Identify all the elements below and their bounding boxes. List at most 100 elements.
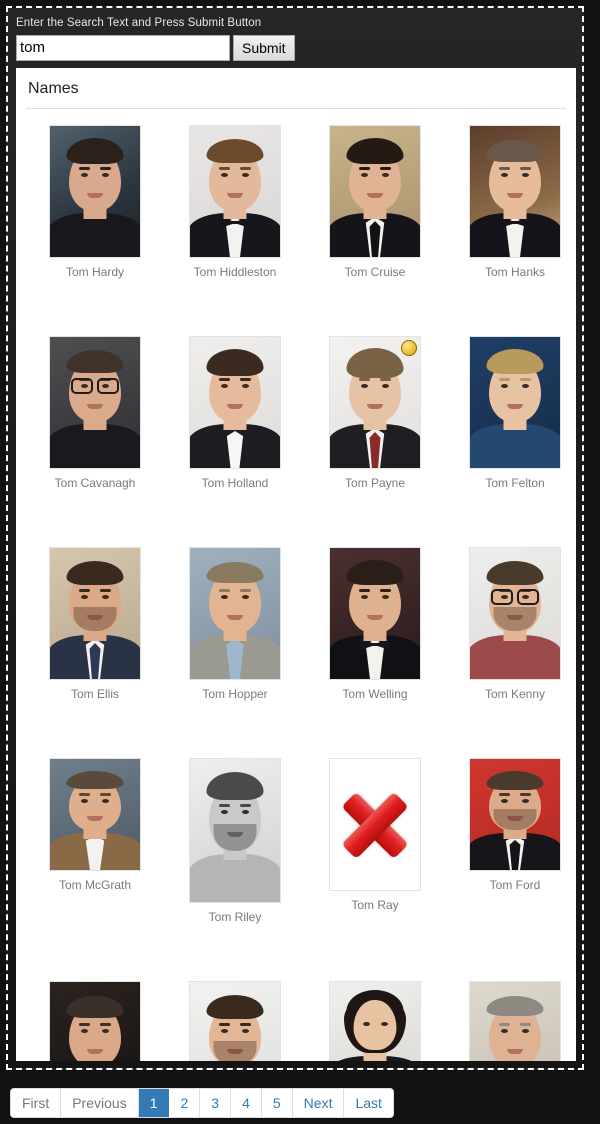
portrait-art	[470, 337, 560, 468]
person-thumbnail[interactable]	[49, 981, 141, 1061]
results-row: Tom SizemoreTom PelphreyLauren TomTom Wi…	[16, 981, 576, 1061]
result-item[interactable]: Lauren Tom	[314, 981, 436, 1061]
results-grid: Tom Hardy Tom Hiddleston Tom Cruise Tom Han…	[16, 109, 576, 1061]
person-thumbnail[interactable]	[469, 336, 561, 469]
result-item[interactable]: Tom Pelphrey	[174, 981, 296, 1061]
person-thumbnail[interactable]	[329, 981, 421, 1061]
person-name-label: Tom Hiddleston	[193, 265, 277, 279]
person-thumbnail[interactable]	[469, 125, 561, 258]
pagination-page-3[interactable]: 3	[200, 1089, 232, 1117]
person-thumbnail[interactable]	[189, 758, 281, 903]
results-panel: Names Tom Hardy Tom Hiddleston Tom Cruise T…	[16, 68, 576, 1061]
result-item[interactable]: Tom Cruise	[314, 125, 436, 279]
results-row: Tom McGrath Tom Riley Tom Ray Tom Ford	[16, 758, 576, 924]
portrait-art	[330, 548, 420, 679]
search-input[interactable]	[16, 35, 230, 61]
person-name-label: Tom Ellis	[70, 687, 119, 701]
portrait-art	[50, 126, 140, 257]
portrait-art	[50, 759, 140, 870]
portrait-art	[470, 548, 560, 679]
portrait-art	[190, 337, 280, 468]
person-name-label: Tom Hanks	[484, 265, 546, 279]
submit-button[interactable]: Submit	[233, 35, 295, 61]
person-thumbnail[interactable]	[49, 758, 141, 871]
pagination-first[interactable]: First	[11, 1089, 62, 1117]
person-name-label: Tom Cruise	[344, 265, 406, 279]
person-thumbnail[interactable]	[189, 336, 281, 469]
row-spacer	[16, 490, 576, 547]
pagination-page-4[interactable]: 4	[231, 1089, 262, 1117]
person-thumbnail[interactable]	[49, 547, 141, 680]
portrait-art	[470, 759, 560, 870]
result-item[interactable]: Tom Sizemore	[34, 981, 156, 1061]
result-item[interactable]: Tom Ellis	[34, 547, 156, 701]
results-row: Tom Ellis Tom Hopper Tom Welling Tom Kenny	[16, 547, 576, 701]
app-frame: Enter the Search Text and Press Submit B…	[6, 6, 584, 1070]
person-name-label: Tom Payne	[344, 476, 406, 490]
row-spacer	[16, 924, 576, 981]
row-spacer	[16, 279, 576, 336]
pagination-page-1[interactable]: 1	[138, 1089, 170, 1117]
portrait-art	[330, 982, 420, 1061]
person-thumbnail[interactable]	[189, 547, 281, 680]
pagination-page-5[interactable]: 5	[261, 1089, 293, 1117]
broken-image-icon	[330, 759, 420, 890]
result-item[interactable]: Tom Kenny	[454, 547, 576, 701]
search-instructions-label: Enter the Search Text and Press Submit B…	[16, 17, 262, 29]
portrait-art	[50, 337, 140, 468]
portrait-art	[190, 982, 280, 1061]
portrait-art	[190, 548, 280, 679]
search-area: Enter the Search Text and Press Submit B…	[8, 8, 582, 68]
person-thumbnail[interactable]	[329, 125, 421, 258]
person-thumbnail[interactable]	[329, 336, 421, 469]
person-thumbnail[interactable]	[469, 981, 561, 1061]
person-name-label: Tom Riley	[208, 910, 262, 924]
person-name-label: Tom Kenny	[484, 687, 546, 701]
person-name-label: Tom McGrath	[58, 878, 131, 892]
pagination-last[interactable]: Last	[344, 1089, 393, 1117]
portrait-art	[190, 126, 280, 257]
result-item[interactable]: Tom Cavanagh	[34, 336, 156, 490]
result-item[interactable]: Tom Riley	[174, 758, 296, 924]
result-item[interactable]: Tom Payne	[314, 336, 436, 490]
portrait-art	[330, 337, 420, 468]
portrait-art	[190, 759, 280, 902]
result-item[interactable]: Tom Welling	[314, 547, 436, 701]
result-item[interactable]: Tom Hardy	[34, 125, 156, 279]
person-thumbnail[interactable]	[329, 547, 421, 680]
result-item[interactable]: Tom McGrath	[34, 758, 156, 892]
person-name-label: Tom Hardy	[65, 265, 124, 279]
person-name-label: Tom Hopper	[202, 687, 268, 701]
results-column-header: Names	[26, 68, 566, 109]
results-row: Tom Cavanagh Tom Holland Tom Payne Tom Felt…	[16, 336, 576, 490]
person-thumbnail[interactable]	[469, 547, 561, 680]
results-row: Tom Hardy Tom Hiddleston Tom Cruise Tom Han…	[16, 125, 576, 279]
person-name-label: Tom Holland	[201, 476, 269, 490]
result-item[interactable]: Tom Hopper	[174, 547, 296, 701]
portrait-art	[470, 982, 560, 1061]
person-thumbnail[interactable]	[329, 758, 421, 891]
pagination-previous[interactable]: Previous	[61, 1089, 139, 1117]
result-item[interactable]: Tom Hiddleston	[174, 125, 296, 279]
result-item[interactable]: Tom Ray	[314, 758, 436, 912]
result-item[interactable]: Tom Holland	[174, 336, 296, 490]
person-name-label: Tom Felton	[485, 476, 545, 490]
row-spacer	[16, 701, 576, 758]
result-item[interactable]: Tom Felton	[454, 336, 576, 490]
result-item[interactable]: Tom Hanks	[454, 125, 576, 279]
person-thumbnail[interactable]	[469, 758, 561, 871]
result-item[interactable]: Tom Wilkinson	[454, 981, 576, 1061]
pagination-page-2[interactable]: 2	[169, 1089, 201, 1117]
person-thumbnail[interactable]	[49, 125, 141, 258]
result-item[interactable]: Tom Ford	[454, 758, 576, 892]
person-name-label: Tom Cavanagh	[54, 476, 136, 490]
person-thumbnail[interactable]	[189, 125, 281, 258]
portrait-art	[470, 126, 560, 257]
person-name-label: Tom Ford	[489, 878, 541, 892]
person-thumbnail[interactable]	[49, 336, 141, 469]
pagination-next[interactable]: Next	[292, 1089, 345, 1117]
person-name-label: Tom Ray	[351, 898, 399, 912]
portrait-art	[50, 548, 140, 679]
person-name-label: Tom Welling	[342, 687, 408, 701]
person-thumbnail[interactable]	[189, 981, 281, 1061]
